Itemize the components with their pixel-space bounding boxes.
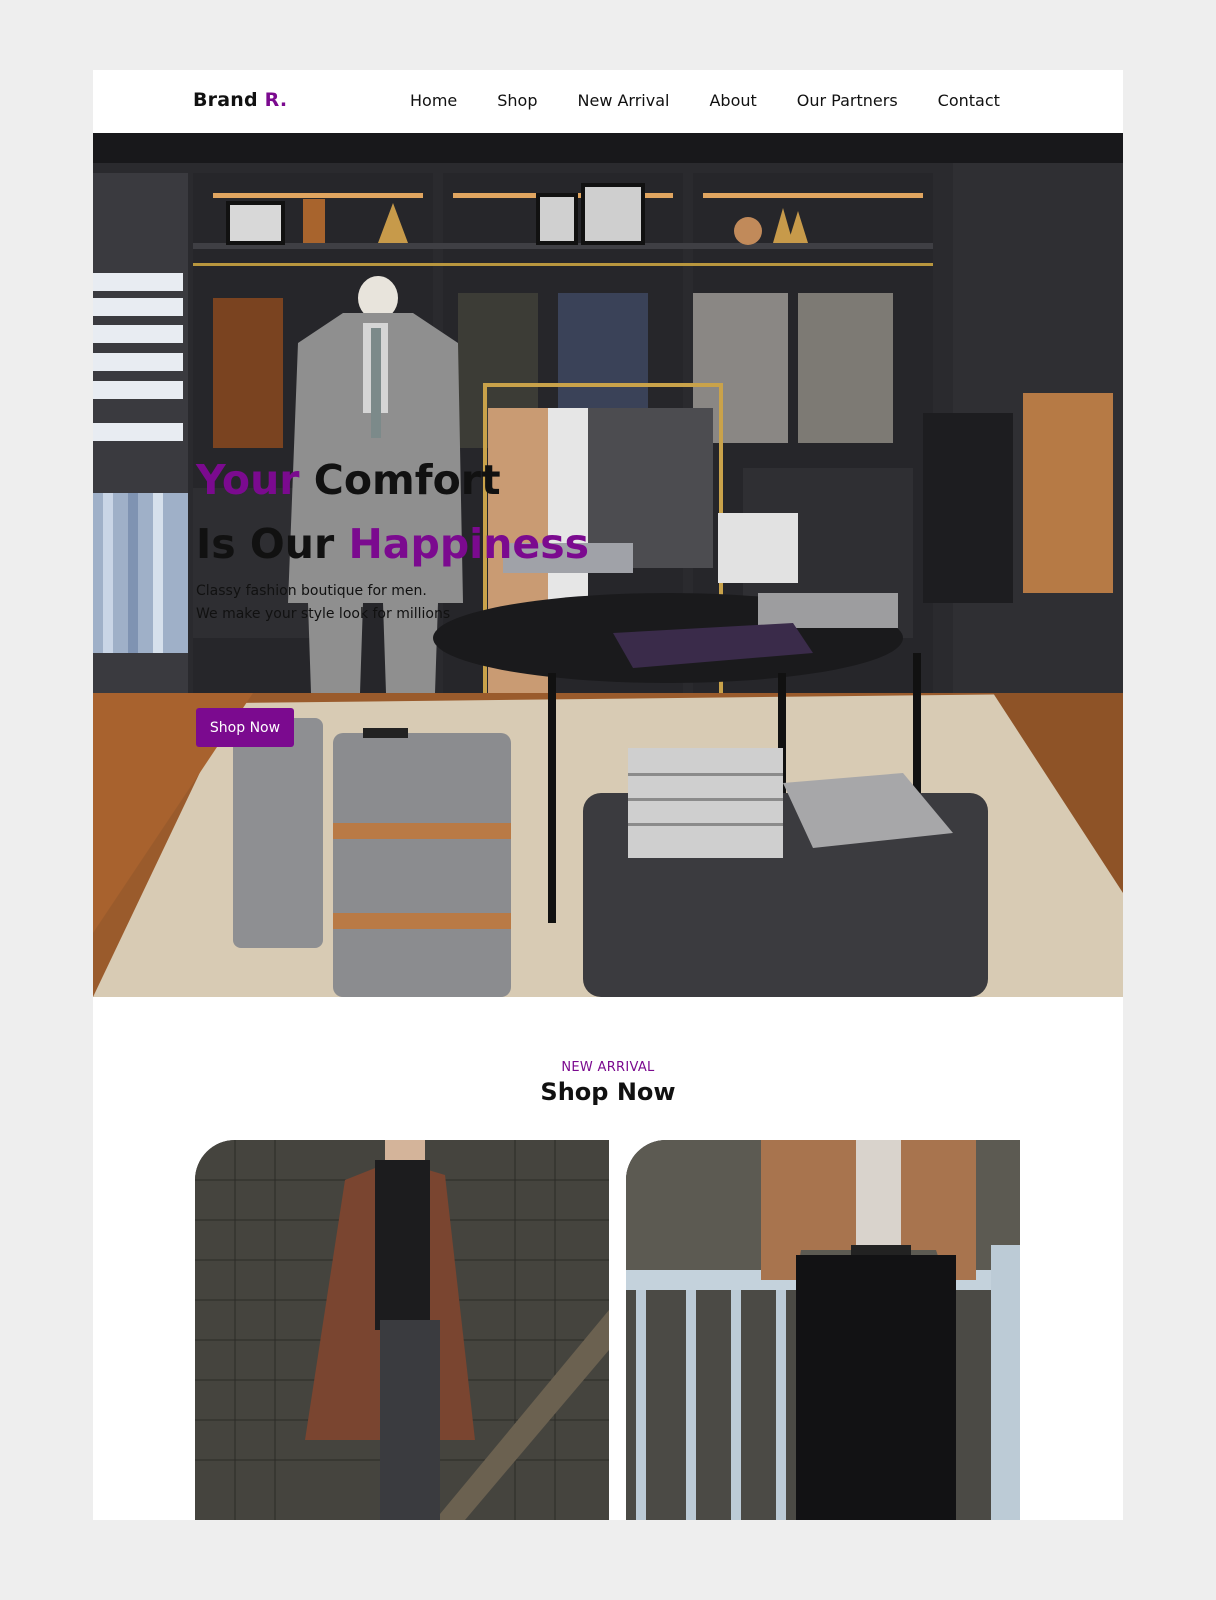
section-eyebrow: NEW ARRIVAL [561, 1060, 655, 1075]
nav-link-shop[interactable]: Shop [497, 91, 537, 110]
main-menu: Home Shop New Arrival About Our Partners… [410, 91, 1000, 110]
hero-headline-line-1: Your Comfort [196, 448, 589, 512]
nav-link-new-arrival[interactable]: New Arrival [578, 91, 670, 110]
section-title: Shop Now [540, 1078, 676, 1106]
brand-accent: R. [264, 89, 288, 111]
hero-subtext: Classy fashion boutique for men. We make… [196, 580, 589, 626]
product-card-overcoat[interactable] [195, 1140, 609, 1520]
nav-link-about[interactable]: About [709, 91, 756, 110]
headline-comfort: Comfort [313, 456, 501, 504]
headline-accent-happiness: Happiness [348, 520, 590, 568]
nav-link-contact[interactable]: Contact [938, 91, 1000, 110]
shop-now-button[interactable]: Shop Now [196, 708, 294, 747]
brown-overcoat-model-photo [195, 1140, 609, 1520]
nav-link-home[interactable]: Home [410, 91, 457, 110]
top-navigation: Brand R. Home Shop New Arrival About Our… [93, 70, 1123, 133]
brand-name: Brand [193, 89, 258, 111]
suede-jacket-model-photo [626, 1140, 1020, 1520]
headline-accent-your: Your [196, 456, 300, 504]
headline-is-our: Is Our [196, 520, 335, 568]
hero-text: Your Comfort Is Our Happiness Classy fas… [196, 448, 589, 626]
brand-logo[interactable]: Brand R. [193, 89, 287, 111]
hero-subtext-line-2: We make your style look for millions [196, 606, 451, 622]
product-card-suede-jacket[interactable] [626, 1140, 1020, 1520]
hero-banner: Your Comfort Is Our Happiness Classy fas… [93, 133, 1123, 997]
nav-link-our-partners[interactable]: Our Partners [797, 91, 898, 110]
hero-headline-line-2: Is Our Happiness [196, 512, 589, 576]
page: Brand R. Home Shop New Arrival About Our… [93, 70, 1123, 1520]
hero-subtext-line-1: Classy fashion boutique for men. [196, 583, 427, 599]
